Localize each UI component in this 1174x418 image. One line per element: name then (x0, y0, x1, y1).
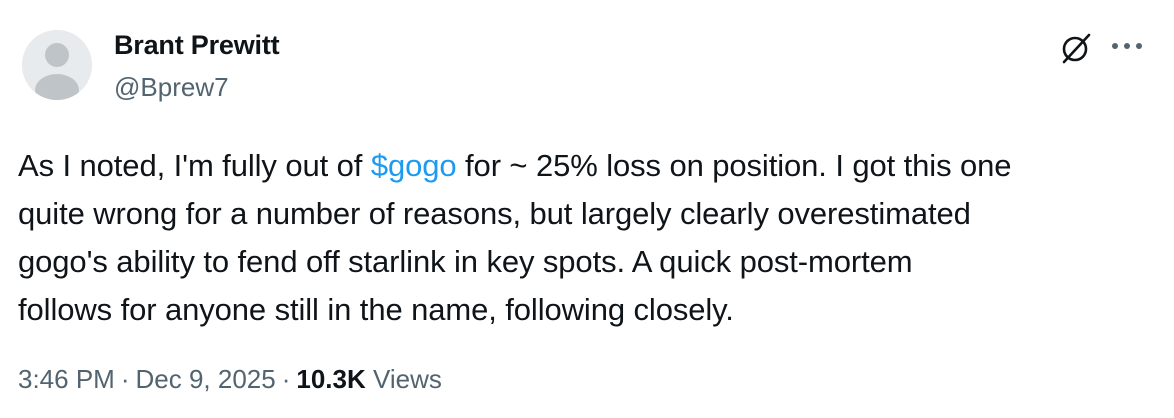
cashtag-link[interactable]: $gogo (371, 148, 457, 183)
views-label[interactable]: Views (373, 364, 442, 394)
author-handle[interactable]: @Bprew7 (114, 72, 229, 103)
avatar[interactable] (22, 30, 92, 100)
separator: · (281, 364, 291, 394)
tweet-time[interactable]: 3:46 PM (18, 364, 115, 394)
tweet-line-4: follows for anyone still in the name, fo… (18, 292, 734, 327)
tweet-line-3: gogo's ability to fend off starlink in k… (18, 244, 913, 279)
tweet-line-2: quite wrong for a number of reasons, but… (18, 196, 971, 231)
tweet-text: As I noted, I'm fully out of $gogo for ~… (18, 142, 1154, 334)
tweet-date[interactable]: Dec 9, 2025 (136, 364, 276, 394)
tweet-card[interactable]: Brant Prewitt @Bprew7 As I noted, I'm fu… (0, 0, 1174, 418)
default-avatar-icon (22, 30, 92, 100)
views-count[interactable]: 10.3K (296, 364, 365, 394)
separator: · (120, 364, 130, 394)
tweet-line-1: As I noted, I'm fully out of $gogo for ~… (18, 142, 1154, 190)
author-name[interactable]: Brant Prewitt (114, 30, 280, 61)
tweet-text-segment: for ~ 25% loss on position. I got this o… (456, 148, 1012, 183)
tweet-text-segment: As I noted, I'm fully out of (18, 148, 371, 183)
more-options-icon[interactable] (1106, 30, 1148, 62)
tweet-metadata: 3:46 PM · Dec 9, 2025 · 10.3K Views (18, 364, 442, 395)
grok-icon[interactable] (1058, 30, 1094, 66)
